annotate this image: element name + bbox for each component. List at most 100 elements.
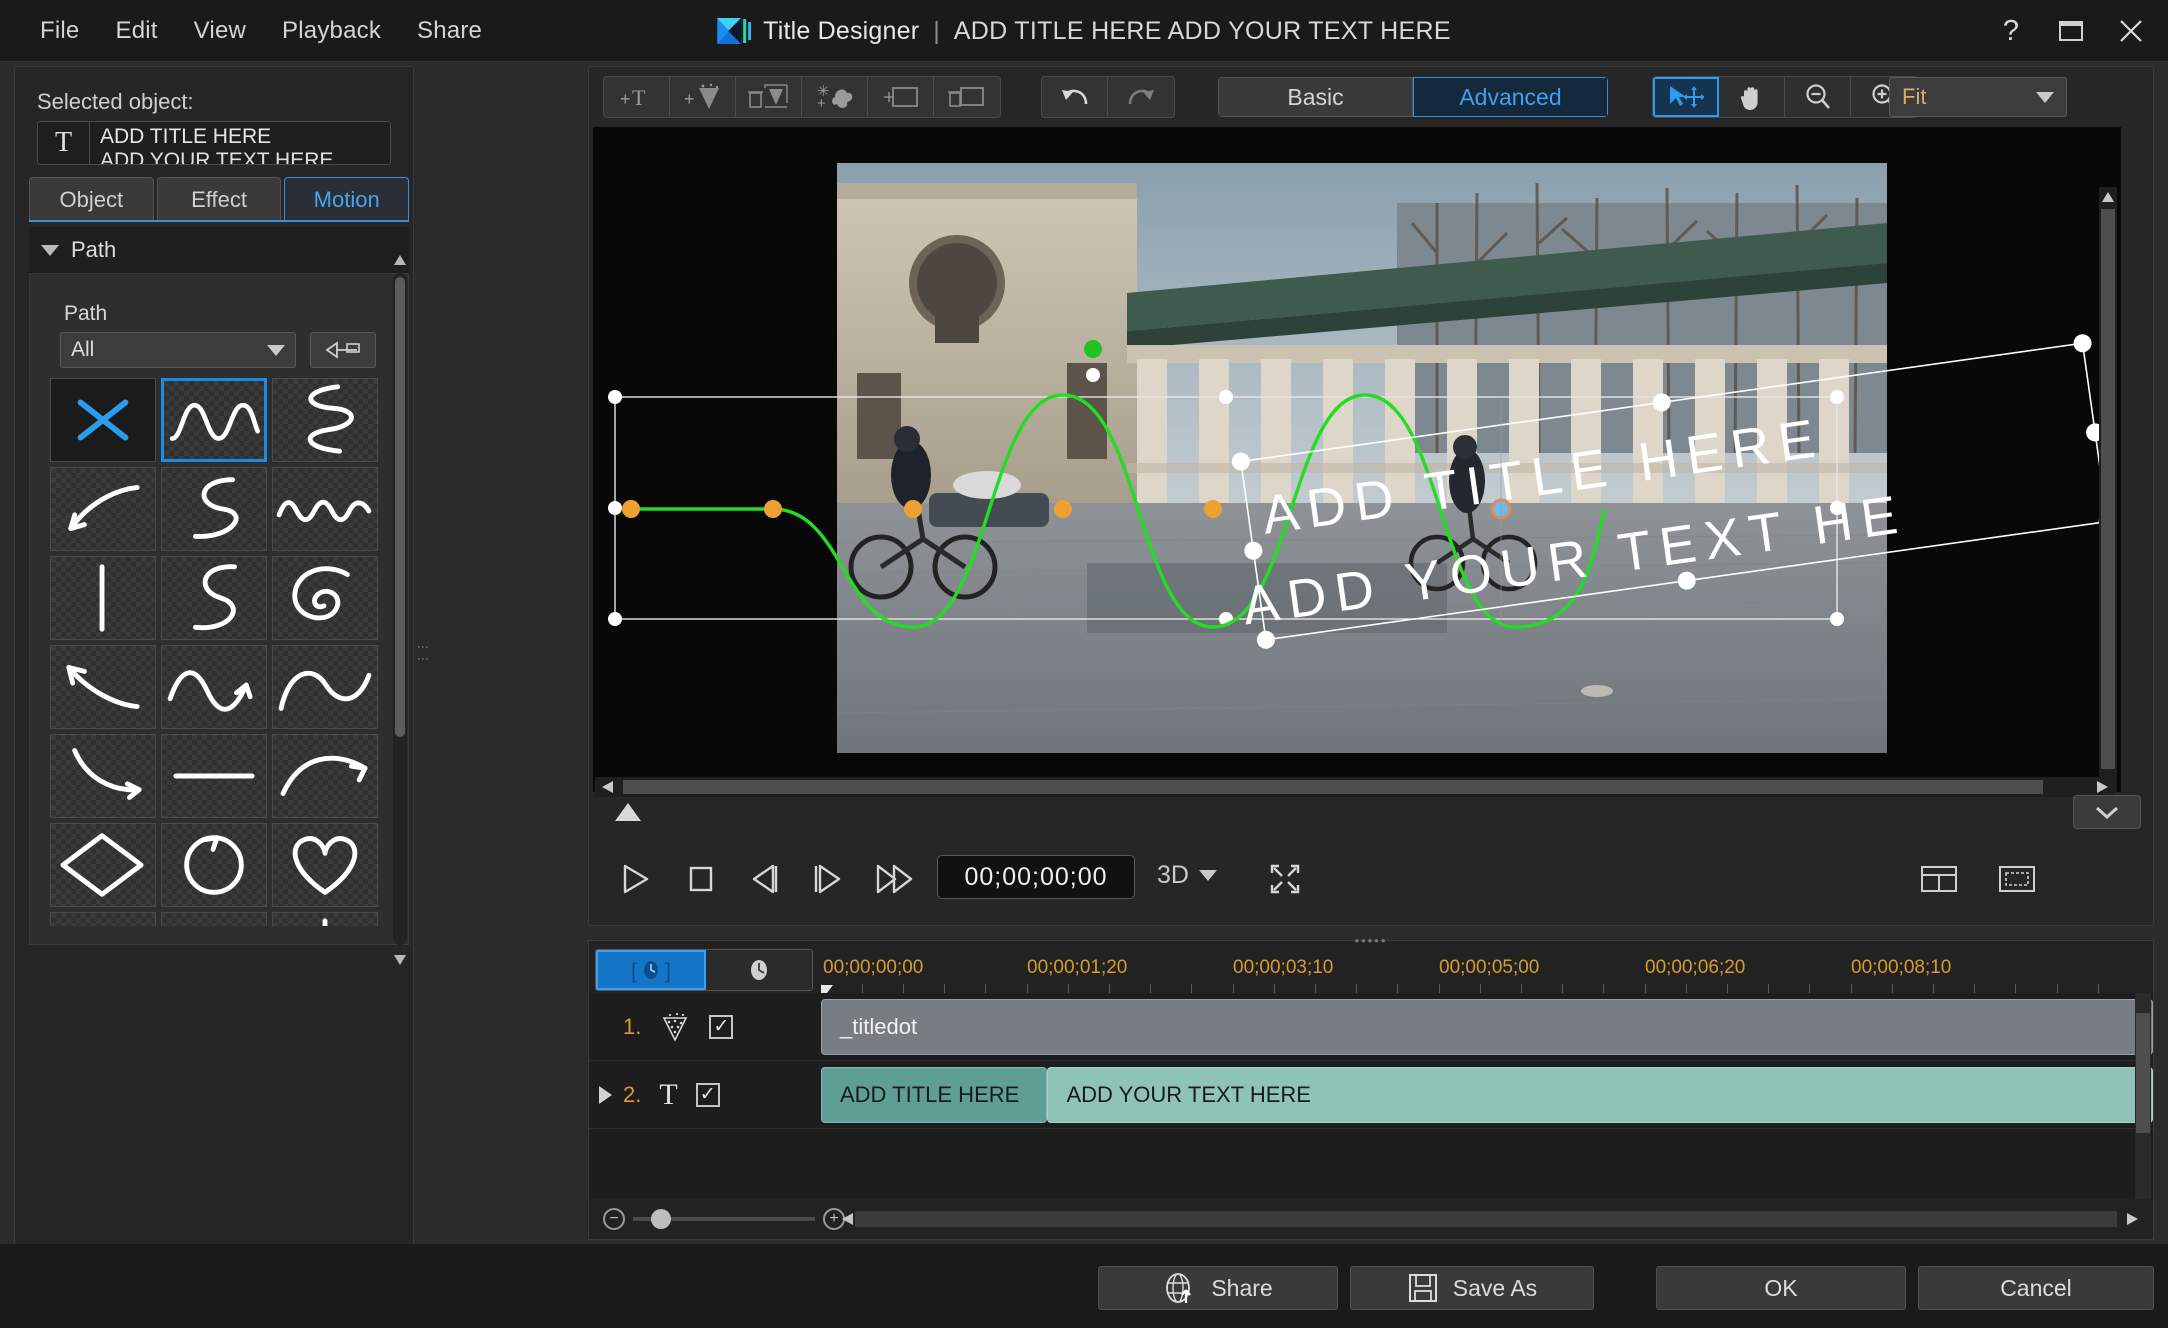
chevron-right-icon[interactable] xyxy=(2123,1211,2141,1227)
fullscreen-button[interactable] xyxy=(1261,855,1309,903)
scrollbar-thumb[interactable] xyxy=(2101,209,2115,769)
path-thumb-no-path[interactable] xyxy=(50,378,156,462)
panel-resize-handle[interactable]: ⋮⋮ xyxy=(416,630,430,676)
safe-zone-button[interactable] xyxy=(1991,855,2043,903)
pan-tool-button[interactable] xyxy=(1719,77,1785,117)
timecode-field[interactable]: 00;00;00;00 xyxy=(937,855,1135,899)
select-move-tool-button[interactable] xyxy=(1653,77,1719,117)
path-thumb-arc-arrow-left[interactable] xyxy=(50,467,156,551)
chevron-right-icon[interactable] xyxy=(2093,779,2111,795)
timeline-zoom-slider[interactable]: − + xyxy=(603,1207,845,1231)
chevron-left-icon[interactable] xyxy=(599,779,617,795)
scrollbar-thumb[interactable] xyxy=(623,780,2043,794)
help-button[interactable]: ? xyxy=(1994,14,2028,48)
slider-knob[interactable] xyxy=(651,1209,671,1229)
path-thumb-dashed-down-arrow[interactable] xyxy=(272,912,378,926)
chevron-left-icon[interactable] xyxy=(839,1211,857,1227)
share-button[interactable]: Share xyxy=(1098,1266,1338,1310)
canvas-scroll-up-button[interactable] xyxy=(2099,187,2117,207)
selected-object-field[interactable]: T ADD TITLE HERE ADD YOUR TEXT HERE xyxy=(37,121,391,165)
clip-add-title-here[interactable]: ADD TITLE HERE xyxy=(821,1067,1048,1123)
scroll-down-button[interactable] xyxy=(393,951,407,969)
redo-button[interactable] xyxy=(1108,77,1174,117)
save-as-button[interactable]: Save As xyxy=(1350,1266,1594,1310)
close-button[interactable] xyxy=(2114,14,2148,48)
path-thumb-diamond[interactable] xyxy=(50,823,156,907)
zoom-level-dropdown[interactable]: Fit xyxy=(1889,77,2067,117)
maximize-button[interactable] xyxy=(2054,14,2088,48)
cancel-button[interactable]: Cancel xyxy=(1918,1266,2154,1310)
keyframe-mode-button[interactable]: [ ] xyxy=(596,950,706,990)
path-thumb-arrow-left-curve[interactable] xyxy=(50,645,156,729)
path-thumb-wave-small[interactable] xyxy=(272,467,378,551)
delete-particle-button[interactable] xyxy=(736,77,802,117)
tab-object[interactable]: Object xyxy=(29,177,154,221)
scroll-up-button[interactable] xyxy=(393,251,407,269)
add-custom-path-button[interactable] xyxy=(310,332,376,368)
path-thumb-double-hump[interactable] xyxy=(50,912,156,926)
path-thumb-horizontal-arrow[interactable] xyxy=(161,734,267,818)
path-thumb-square-bracket-path[interactable] xyxy=(161,912,267,926)
path-thumb-hill-curve[interactable] xyxy=(272,645,378,729)
table-row[interactable]: 1. ✓ _titledot xyxy=(589,993,2153,1061)
add-effect-button[interactable]: ✳ + xyxy=(802,77,868,117)
path-thumb-zigzag-curve[interactable] xyxy=(272,378,378,462)
path-thumb-wave-sine[interactable] xyxy=(161,378,267,462)
clip-titledot[interactable]: _titledot xyxy=(821,999,2153,1055)
path-section-header[interactable]: Path xyxy=(29,227,409,273)
timeline-vertical-scrollbar[interactable] xyxy=(2135,993,2151,1199)
path-thumb-swoosh-arrow[interactable] xyxy=(272,734,378,818)
track-visibility-checkbox[interactable]: ✓ xyxy=(695,1082,720,1107)
ok-button[interactable]: OK xyxy=(1656,1266,1906,1310)
timeline-horizontal-scrollbar[interactable] xyxy=(855,1211,2117,1227)
expand-track-icon[interactable] xyxy=(599,1085,612,1104)
collapse-preview-button[interactable] xyxy=(2073,795,2141,829)
left-panel-scrollbar[interactable] xyxy=(393,273,407,945)
next-frame-button[interactable] xyxy=(803,855,851,903)
menu-playback[interactable]: Playback xyxy=(264,11,399,51)
clip-add-your-text-here[interactable]: ADD YOUR TEXT HERE xyxy=(1047,1067,2153,1123)
menu-share[interactable]: Share xyxy=(399,11,500,51)
menu-edit[interactable]: Edit xyxy=(97,11,175,51)
timeline-marker-triangle[interactable] xyxy=(615,803,641,821)
scrollbar-thumb[interactable] xyxy=(855,1211,2117,1227)
add-text-button[interactable]: + T xyxy=(604,77,670,117)
canvas-horizontal-scrollbar[interactable] xyxy=(595,777,2115,797)
3d-mode-dropdown[interactable]: 3D xyxy=(1157,861,1217,890)
table-row[interactable]: 2. T ✓ ADD TITLE HERE ADD YOUR TEXT HERE xyxy=(589,1061,2153,1129)
add-object-button[interactable] xyxy=(868,77,934,117)
menu-file[interactable]: File xyxy=(22,11,97,51)
path-thumb-spiral[interactable] xyxy=(272,556,378,640)
play-button[interactable] xyxy=(611,855,659,903)
tab-effect[interactable]: Effect xyxy=(156,177,282,221)
timeline-resize-grip[interactable]: ••••• xyxy=(1355,933,1388,948)
stop-button[interactable] xyxy=(677,855,725,903)
path-thumb-s-curve-2[interactable] xyxy=(161,556,267,640)
scrollbar-thumb[interactable] xyxy=(395,277,405,737)
canvas-vertical-scrollbar[interactable] xyxy=(2099,187,2117,792)
path-thumb-heart[interactable] xyxy=(272,823,378,907)
clock-mode-button[interactable] xyxy=(706,950,812,990)
fast-forward-button[interactable] xyxy=(867,855,923,903)
prev-frame-button[interactable] xyxy=(741,855,789,903)
preview-canvas[interactable]: ADD TITLE HERE ADD YOUR TEXT HE xyxy=(593,127,2121,792)
path-thumb-s-curve[interactable] xyxy=(161,467,267,551)
scrollbar-thumb[interactable] xyxy=(2136,1013,2150,1133)
path-thumb-vertical-line[interactable] xyxy=(50,556,156,640)
tab-motion[interactable]: Motion xyxy=(284,177,410,221)
path-thumb-wave-arrow[interactable] xyxy=(161,645,267,729)
add-particle-button[interactable]: + xyxy=(670,77,736,117)
menu-view[interactable]: View xyxy=(176,11,264,51)
path-thumb-circle-arrow[interactable] xyxy=(161,823,267,907)
path-filter-dropdown[interactable]: All xyxy=(60,332,296,368)
zoom-out-icon[interactable]: − xyxy=(603,1208,625,1230)
zoom-out-button[interactable] xyxy=(1785,77,1851,117)
slider-track[interactable] xyxy=(633,1209,815,1229)
grid-view-button[interactable] xyxy=(1913,855,1965,903)
delete-object-button[interactable] xyxy=(934,77,1000,117)
track-visibility-checkbox[interactable]: ✓ xyxy=(709,1014,734,1039)
undo-button[interactable] xyxy=(1042,77,1108,117)
mode-basic-button[interactable]: Basic xyxy=(1218,77,1413,117)
timeline-ruler[interactable]: 00;00;00;00 00;00;01;20 00;00;03;10 00;0… xyxy=(821,949,2153,993)
path-thumb-curve-down-arrow[interactable] xyxy=(50,734,156,818)
